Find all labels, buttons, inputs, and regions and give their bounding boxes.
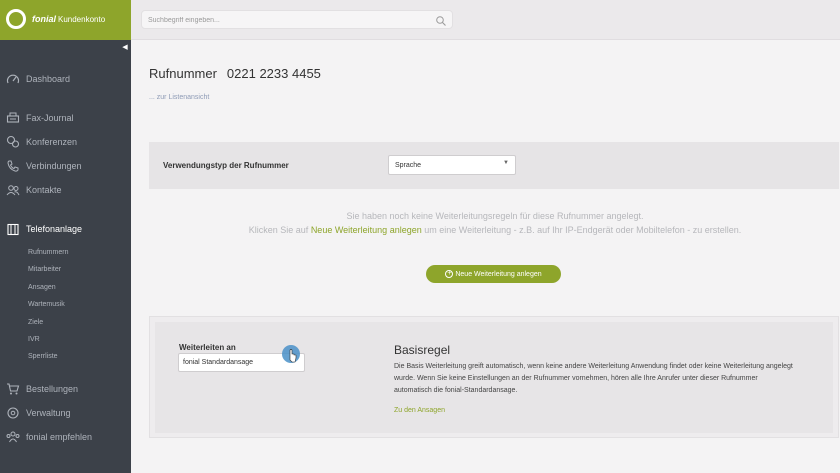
sidebar-item-konferenzen[interactable]: Konferenzen: [6, 134, 77, 150]
collapse-sidebar-icon[interactable]: ◀: [121, 43, 129, 52]
cart-icon: [6, 382, 20, 396]
gauge-icon: [6, 72, 20, 86]
subnav-item-rufnummern[interactable]: Rufnummern: [28, 247, 68, 259]
sidebar-item-label: Bestellungen: [26, 384, 79, 394]
sidebar-item-label: Verwaltung: [26, 408, 71, 418]
sidebar-item-fonial-empfehlen[interactable]: fonial empfehlen: [6, 429, 92, 445]
brand-subtitle: Kundenkonto: [58, 15, 106, 24]
search-box: [141, 10, 453, 29]
no-rules-notice: Sie haben noch keine Weiterleitungsregel…: [240, 209, 750, 237]
brand-bar[interactable]: fonial Kundenkonto: [0, 0, 131, 40]
notice-line-1: Sie haben noch keine Weiterleitungsregel…: [346, 211, 644, 221]
settings-icon: [6, 406, 20, 420]
sidebar-item-label: Konferenzen: [26, 137, 78, 147]
sidebar-item-verwaltung[interactable]: Verwaltung: [6, 405, 71, 421]
phone-number: 0221 2233 4455: [226, 66, 321, 81]
base-rule-card: Weiterleiten an fonial Standardansage Ba…: [149, 316, 839, 438]
conference-icon: [6, 135, 20, 149]
usage-type-select[interactable]: Sprache ▼: [388, 155, 516, 175]
brand-name: fonial Kundenkonto: [32, 14, 106, 24]
sidebar-item-fax-journal[interactable]: Fax-Journal: [6, 110, 74, 126]
usage-type-row: Verwendungstyp der Rufnummer Sprache ▼: [149, 142, 839, 189]
page-title: Rufnummer 0221 2233 4455: [149, 66, 321, 81]
back-to-list-link[interactable]: ... zur Listenansicht: [149, 94, 209, 101]
hand-cursor-icon: [281, 345, 301, 367]
notice-line-2: Klicken Sie auf Neue Weiterleitung anleg…: [248, 225, 742, 235]
phone-icon: [6, 159, 20, 173]
sidebar-item-label: Verbindungen: [26, 161, 82, 171]
recommend-icon: [6, 430, 20, 444]
new-forwarding-inline-link[interactable]: Neue Weiterleitung anlegen: [311, 225, 422, 235]
contacts-icon: [6, 183, 20, 197]
sidebar-item-dashboard[interactable]: Dashboard: [6, 71, 70, 87]
usage-type-value: Sprache: [395, 162, 422, 169]
sidebar-item-bestellungen[interactable]: Bestellungen: [6, 381, 78, 397]
sidebar-item-label: fonial empfehlen: [26, 432, 93, 442]
base-rule-panel: Weiterleiten an fonial Standardansage Ba…: [155, 322, 833, 433]
sidebar-item-label: Dashboard: [26, 74, 71, 84]
plus-circle-icon: +: [445, 270, 454, 278]
subnav-item-ivr[interactable]: IVR: [28, 334, 40, 346]
subnav-item-sperrliste[interactable]: Sperrliste: [28, 351, 58, 363]
phone-system-icon: [6, 222, 20, 236]
sidebar-item-label: Fax-Journal: [26, 113, 74, 123]
base-rule-description: Die Basis Weiterleitung greift automatis…: [394, 363, 793, 394]
sidebar-item-label: Telefonanlage: [26, 224, 83, 234]
usage-type-label: Verwendungstyp der Rufnummer: [163, 161, 289, 170]
to-announcements-link[interactable]: Zu den Ansagen: [394, 407, 445, 414]
subnav-item-mitarbeiter[interactable]: Mitarbeiter: [28, 264, 61, 276]
new-forwarding-button-label: Neue Weiterleitung anlegen: [455, 270, 542, 278]
base-rule-title: Basisregel: [394, 343, 451, 357]
sidebar-item-verbindungen[interactable]: Verbindungen: [6, 158, 82, 174]
page-title-label: Rufnummer: [149, 66, 217, 81]
subnav-item-ziele[interactable]: Ziele: [28, 317, 43, 329]
caret-down-icon: ▼: [503, 160, 509, 166]
forward-to-label: Weiterleiten an: [179, 343, 236, 352]
search-icon[interactable]: [435, 14, 447, 26]
top-bar: [131, 0, 840, 40]
sidebar-item-telefonanlage[interactable]: Telefonanlage: [6, 221, 82, 237]
sidebar-item-kontakte[interactable]: Kontakte: [6, 182, 62, 198]
sidebar: fonial Kundenkonto ◀ Dashboard Fax-Journa…: [0, 0, 131, 473]
subnav-item-ansagen[interactable]: Ansagen: [28, 282, 56, 294]
sidebar-item-label: Kontakte: [26, 185, 62, 195]
fonial-logo-icon: [6, 9, 26, 29]
subnav-item-wartemusik[interactable]: Wartemusik: [28, 299, 65, 311]
search-input[interactable]: [148, 14, 428, 26]
fax-icon: [6, 111, 20, 125]
new-forwarding-button[interactable]: + Neue Weiterleitung anlegen: [426, 265, 561, 283]
